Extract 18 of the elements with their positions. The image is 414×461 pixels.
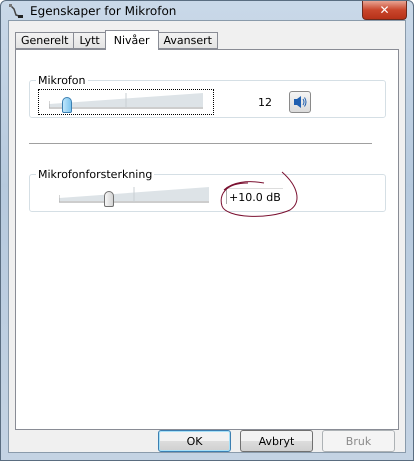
dialog-button[interactable]: OK [158, 430, 231, 452]
tab[interactable]: Lytt [73, 32, 106, 49]
group-title: Mikrofon [37, 74, 87, 87]
tab[interactable]: Generelt [15, 32, 74, 49]
dialog-button[interactable]: Avbryt [240, 430, 313, 452]
group-title: Mikrofonforsterkning [37, 168, 154, 181]
close-button[interactable]: ✕ [362, 1, 407, 20]
slider[interactable] [38, 89, 214, 115]
gain-value: +10.0 dB [226, 188, 283, 204]
level-value: 12 [258, 96, 272, 108]
slider-thumb[interactable] [104, 191, 114, 207]
speaker-icon [293, 95, 307, 109]
tab[interactable]: Nivåer [104, 30, 159, 50]
mute-button[interactable] [289, 91, 311, 113]
tab[interactable]: Avansert [158, 32, 218, 49]
microphone-icon [8, 2, 24, 18]
slider-thumb[interactable] [62, 97, 72, 113]
window-title: Egenskaper for Mikrofon [30, 4, 176, 18]
